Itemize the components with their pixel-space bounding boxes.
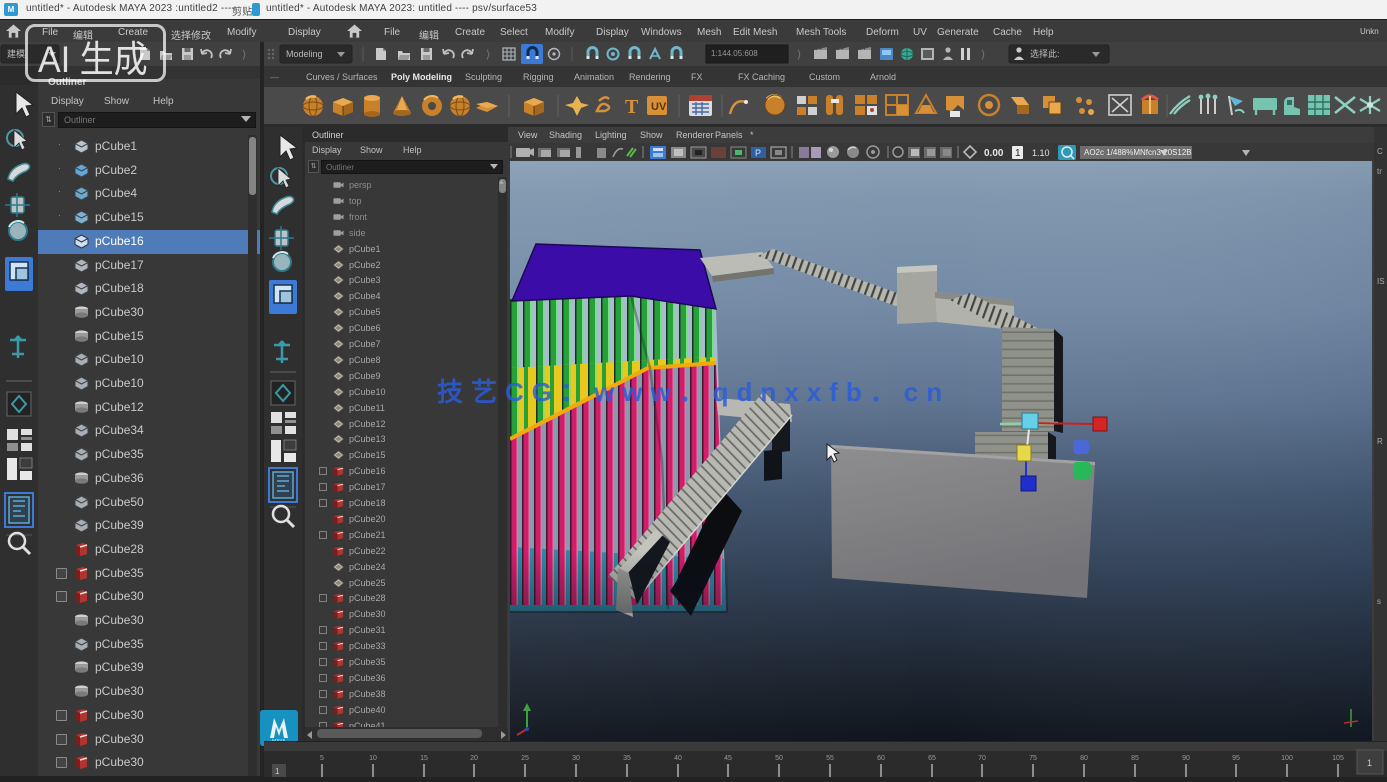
svg-text:85: 85 [1131,755,1139,762]
svg-text:P: P [755,148,761,158]
svg-text:选择此:: 选择此: [1030,48,1060,59]
svg-text:0.00: 0.00 [984,148,1004,159]
svg-text:UV: UV [651,101,667,113]
svg-text:100: 100 [1281,755,1293,762]
svg-text:55: 55 [826,755,834,762]
svg-text:⟩: ⟩ [486,49,490,61]
svg-text:95: 95 [1232,755,1240,762]
svg-text:60: 60 [877,755,885,762]
svg-text:⟩: ⟩ [242,49,246,61]
svg-text:105: 105 [1332,755,1344,762]
svg-text:1:144.05:608: 1:144.05:608 [711,49,758,58]
svg-text:建模: 建模 [7,48,25,59]
svg-text:5: 5 [320,755,324,762]
svg-text:50: 50 [775,755,783,762]
svg-text:1: 1 [275,767,280,776]
svg-text:15: 15 [420,755,428,762]
svg-text:⟩: ⟩ [797,49,801,61]
svg-text:AO2c 1/488%MNfcn3 20S12B: AO2c 1/488%MNfcn3 20S12B [1084,148,1192,157]
svg-text:35: 35 [623,755,631,762]
svg-text:Modeling: Modeling [286,49,323,59]
svg-text:1: 1 [1015,148,1021,159]
svg-text:65: 65 [928,755,936,762]
svg-text:1: 1 [1367,758,1372,768]
svg-text:1.10: 1.10 [1032,148,1050,158]
svg-text:10: 10 [369,755,377,762]
svg-text:80: 80 [1080,755,1088,762]
svg-text:90: 90 [1182,755,1190,762]
svg-text:70: 70 [978,755,986,762]
svg-text:40: 40 [674,755,682,762]
svg-text:25: 25 [521,755,529,762]
svg-text:45: 45 [724,755,732,762]
svg-text:⟩: ⟩ [981,49,985,61]
svg-text:75: 75 [1029,755,1037,762]
svg-text:T: T [625,96,639,118]
svg-text:30: 30 [572,755,580,762]
svg-text:20: 20 [470,755,478,762]
